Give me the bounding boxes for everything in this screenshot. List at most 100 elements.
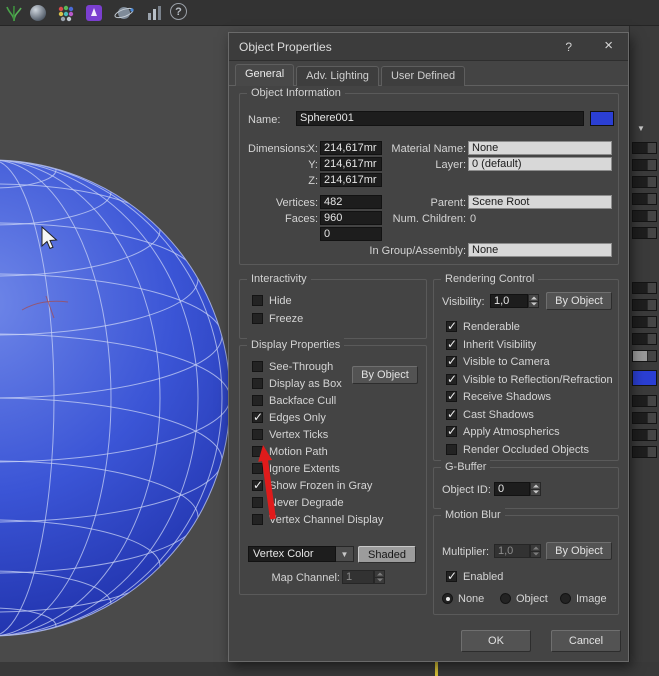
checkbox-visible-to-reflection-refraction[interactable]: Visible to Reflection/Refraction (446, 373, 613, 386)
dialog-close-button[interactable]: × (604, 37, 613, 54)
visibility-by-object-button[interactable]: By Object (546, 292, 612, 310)
panel-spinner-field[interactable] (632, 159, 657, 171)
checkbox-box[interactable] (446, 321, 457, 332)
map-channel-field[interactable]: 1 (342, 570, 374, 584)
dimension-z-field: 214,617mr (320, 173, 382, 187)
checkbox-apply-atmospherics[interactable]: Apply Atmospherics (446, 425, 560, 438)
checkbox-box[interactable] (446, 356, 457, 367)
object-id-field[interactable]: 0 (494, 482, 530, 496)
mouse-cursor (40, 226, 62, 252)
checkbox-backface-cull[interactable]: Backface Cull (252, 394, 336, 407)
checkbox-box[interactable] (252, 378, 263, 389)
panel-spinner-field[interactable] (632, 429, 657, 441)
name-field[interactable]: Sphere001 (296, 111, 584, 126)
radio-label: Object (516, 593, 548, 605)
panel-spinner-field[interactable] (632, 193, 657, 205)
panel-spinner-field[interactable] (632, 176, 657, 188)
panel-spinner-field[interactable] (632, 282, 657, 294)
visibility-field[interactable]: 1,0 (490, 294, 528, 308)
radio-circle[interactable] (442, 593, 453, 604)
dialog-tabs: General Adv. Lighting User Defined (235, 64, 465, 86)
color-dots-icon[interactable] (56, 3, 76, 23)
dropdown-value[interactable]: Vertex Color (248, 546, 336, 562)
checkbox-box[interactable] (446, 444, 457, 455)
checkbox-box[interactable] (252, 412, 263, 423)
vertex-color-dropdown[interactable]: Vertex Color ▼ (248, 546, 354, 562)
panel-spinner-field[interactable] (632, 316, 657, 328)
panel-spinner-field[interactable] (632, 210, 657, 222)
chart-icon[interactable] (144, 3, 164, 23)
radio-circle[interactable] (560, 593, 571, 604)
checkbox-visible-to-camera[interactable]: Visible to Camera (446, 355, 550, 368)
panel-spinner-field[interactable] (632, 333, 657, 345)
checkbox-box[interactable] (252, 295, 263, 306)
dialog-titlebar[interactable]: Object Properties ? × (229, 33, 628, 61)
panel-spinner-field[interactable] (632, 227, 657, 239)
checkbox-box[interactable] (446, 374, 457, 385)
checkbox-cast-shadows[interactable]: Cast Shadows (446, 408, 534, 421)
dialog-help-button[interactable]: ? (565, 40, 572, 54)
checkbox-freeze[interactable]: Freeze (252, 312, 303, 325)
z-label: Z: (298, 175, 318, 188)
chevron-down-icon[interactable]: ▼ (637, 124, 645, 133)
radio-none[interactable]: None (442, 592, 484, 605)
checkbox-box[interactable] (446, 339, 457, 350)
panel-spinner-field[interactable] (632, 395, 657, 407)
cancel-button[interactable]: Cancel (551, 630, 621, 652)
checkbox-label: Inherit Visibility (463, 339, 536, 351)
checkbox-box[interactable] (252, 361, 263, 372)
parent-label: Parent: (370, 197, 466, 210)
panel-spinner-field[interactable] (632, 299, 657, 311)
panel-spinner-field[interactable] (632, 412, 657, 424)
ok-button[interactable]: OK (461, 630, 531, 652)
tab-general[interactable]: General (235, 64, 294, 86)
checkbox-render-occluded-objects[interactable]: Render Occluded Objects (446, 443, 589, 456)
checkbox-hide[interactable]: Hide (252, 294, 292, 307)
radio-circle[interactable] (500, 593, 511, 604)
checkbox-see-through[interactable]: See-Through (252, 360, 333, 373)
radio-object[interactable]: Object (500, 592, 548, 605)
object-id-spinner[interactable] (530, 482, 541, 496)
checkbox-edges-only[interactable]: Edges Only (252, 411, 326, 424)
panel-spinner-field[interactable] (632, 142, 657, 154)
checkbox-renderable[interactable]: Renderable (446, 320, 520, 333)
checkbox-box[interactable] (252, 313, 263, 324)
motion-blur-group: Motion Blur Multiplier: 1,0 By Object En… (433, 515, 619, 615)
sphere-icon[interactable] (28, 3, 48, 23)
checkbox-box[interactable] (446, 571, 457, 582)
radio-image[interactable]: Image (560, 592, 607, 605)
checkbox-box[interactable] (446, 391, 457, 402)
checkbox-box[interactable] (446, 426, 457, 437)
orbit-sphere-icon[interactable] (114, 3, 134, 23)
panel-color-swatch[interactable] (632, 370, 657, 386)
num-children-label: Num. Children: (370, 213, 466, 226)
rendering-control-group: Rendering Control Visibility: 1,0 By Obj… (433, 279, 619, 461)
panel-field-light[interactable] (632, 350, 657, 362)
shaded-button[interactable]: Shaded (358, 546, 416, 563)
checkbox-box[interactable] (252, 395, 263, 406)
checkbox-inherit-visibility[interactable]: Inherit Visibility (446, 338, 536, 351)
checkbox-vertex-ticks[interactable]: Vertex Ticks (252, 428, 328, 441)
purple-app-icon[interactable] (84, 3, 104, 23)
timeline-cursor[interactable] (435, 662, 438, 676)
checkbox-box[interactable] (252, 429, 263, 440)
checkbox-box[interactable] (446, 409, 457, 420)
object-color-swatch[interactable] (590, 111, 614, 126)
object-information-group: Object Information Name: Sphere001 Dimen… (239, 93, 619, 265)
visibility-spinner[interactable] (528, 294, 539, 308)
map-channel-spinner[interactable] (374, 570, 385, 584)
panel-spinner-field[interactable] (632, 446, 657, 458)
help-icon[interactable]: ? (170, 3, 190, 23)
checkbox-display-as-box[interactable]: Display as Box (252, 377, 342, 390)
motion-blur-by-object-button[interactable]: By Object (546, 542, 612, 560)
radio-label: None (458, 593, 484, 605)
checkbox-receive-shadows[interactable]: Receive Shadows (446, 390, 551, 403)
tab-user-defined[interactable]: User Defined (381, 66, 465, 86)
checkbox-label: Freeze (269, 313, 303, 325)
plant-icon[interactable] (4, 3, 24, 23)
tab-adv-lighting[interactable]: Adv. Lighting (296, 66, 379, 86)
chevron-down-icon[interactable]: ▼ (336, 546, 354, 562)
checkbox-enabled[interactable]: Enabled (446, 570, 503, 583)
display-by-object-button[interactable]: By Object (352, 366, 418, 384)
checkbox-label: Visible to Camera (463, 356, 550, 368)
